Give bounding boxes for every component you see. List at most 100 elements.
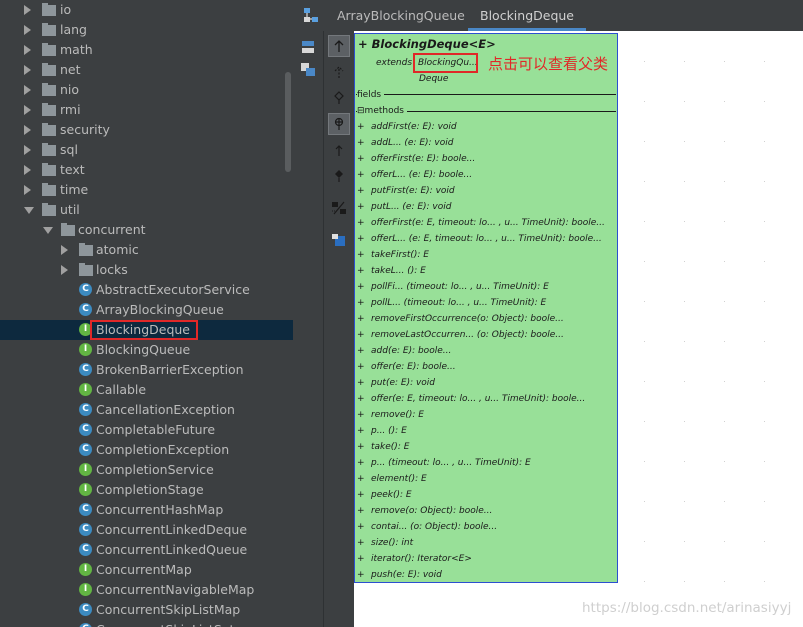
tree-folder-item[interactable]: sql xyxy=(0,140,293,160)
uml-method-item[interactable]: + offer(e: E, timeout: lo... , u... TimeU… xyxy=(357,391,615,407)
show-parents-icon[interactable] xyxy=(328,35,350,57)
tree-class-item[interactable]: C ConcurrentSkipListSet xyxy=(0,620,293,627)
show-dependency-icon[interactable] xyxy=(328,113,350,135)
tree-folder-item[interactable]: rmi xyxy=(0,100,293,120)
uml-method-item[interactable]: + addL... (e: E): void xyxy=(357,135,615,151)
uml-method-item[interactable]: + removeLastOccurren... (o: Object): bool… xyxy=(357,327,615,343)
uml-method-item[interactable]: + pollL... (timeout: lo... , u... TimeUni… xyxy=(357,295,615,311)
uml-method-item[interactable]: + takeL... (): E xyxy=(357,263,615,279)
uml-class-node-blockingdeque[interactable]: + BlockingDeque<E> extends BlockingQu...… xyxy=(354,33,618,583)
chevron-right-icon[interactable] xyxy=(24,85,31,95)
chevron-down-icon[interactable] xyxy=(24,207,34,214)
tree-folder-item[interactable]: net xyxy=(0,60,293,80)
tree-class-item[interactable]: I CompletionStage xyxy=(0,480,293,500)
uml-method-item[interactable]: + element(): E xyxy=(357,471,615,487)
uml-method-signature: removeLastOccurren... (o: Object): boole… xyxy=(371,330,564,340)
uml-method-item[interactable]: + offer(e: E): boole... xyxy=(357,359,615,375)
chevron-right-icon[interactable] xyxy=(24,145,31,155)
uml-method-item[interactable]: + contai... (o: Object): boole... xyxy=(357,519,615,535)
uml-method-item[interactable]: + peek(): E xyxy=(357,487,615,503)
chevron-right-icon[interactable] xyxy=(24,125,31,135)
tree-item-label: Callable xyxy=(96,382,147,397)
tree-folder-item[interactable]: lang xyxy=(0,20,293,40)
tree-class-item[interactable]: C ConcurrentLinkedQueue xyxy=(0,540,293,560)
tree-class-item[interactable]: C BrokenBarrierException xyxy=(0,360,293,380)
tree-class-item[interactable]: C ConcurrentSkipListMap xyxy=(0,600,293,620)
tab-blockingdeque[interactable]: BlockingDeque xyxy=(468,0,587,31)
chevron-right-icon[interactable] xyxy=(24,105,31,115)
uml-method-item[interactable]: + add(e: E): boole... xyxy=(357,343,615,359)
tree-scrollbar[interactable] xyxy=(285,72,291,172)
tree-class-item[interactable]: C ConcurrentLinkedDeque xyxy=(0,520,293,540)
uml-class-title[interactable]: + BlockingDeque<E> xyxy=(358,37,496,51)
uml-method-item[interactable]: + addFirst(e: E): void xyxy=(357,119,615,135)
tree-folder-item[interactable]: nio xyxy=(0,80,293,100)
uml-method-item[interactable]: + take(): E xyxy=(357,439,615,455)
uml-method-item[interactable]: + takeFirst(): E xyxy=(357,247,615,263)
grid-dot xyxy=(764,461,765,462)
tree-folder-item[interactable]: locks xyxy=(0,260,293,280)
fit-content-icon[interactable] xyxy=(328,197,350,219)
tree-class-item[interactable]: C CompletableFuture xyxy=(0,420,293,440)
uml-method-item[interactable]: + size(): int xyxy=(357,535,615,551)
tree-folder-item[interactable]: io xyxy=(0,0,293,20)
chevron-right-icon[interactable] xyxy=(24,45,31,55)
tab-arrayblockingqueue[interactable]: ArrayBlockingQueue xyxy=(325,0,477,31)
show-usages-icon[interactable] xyxy=(328,139,350,161)
uml-method-item[interactable]: + remove(): E xyxy=(357,407,615,423)
public-visibility-icon: + xyxy=(357,282,365,292)
chevron-right-icon[interactable] xyxy=(24,5,31,15)
tree-class-item[interactable]: I ConcurrentMap xyxy=(0,560,293,580)
tree-folder-item[interactable]: math xyxy=(0,40,293,60)
uml-method-item[interactable]: + iterator(): Iterator<E> xyxy=(357,551,615,567)
uml-method-item[interactable]: + offerL... (e: E): boole... xyxy=(357,167,615,183)
show-composition-icon[interactable] xyxy=(328,165,350,187)
chevron-down-icon[interactable] xyxy=(43,227,53,234)
uml-method-item[interactable]: + offerFirst(e: E): boole... xyxy=(357,151,615,167)
tree-folder-item[interactable]: text xyxy=(0,160,293,180)
tree-class-item[interactable]: C ConcurrentHashMap xyxy=(0,500,293,520)
uml-method-item[interactable]: + putFirst(e: E): void xyxy=(357,183,615,199)
chevron-right-icon[interactable] xyxy=(24,25,31,35)
uml-method-item[interactable]: + offerFirst(e: E, timeout: lo... , u... … xyxy=(357,215,615,231)
chevron-right-icon[interactable] xyxy=(24,165,31,175)
tree-folder-item[interactable]: concurrent xyxy=(0,220,293,240)
tree-class-item[interactable]: I BlockingQueue xyxy=(0,340,293,360)
chevron-right-icon[interactable] xyxy=(24,185,31,195)
show-implements-icon[interactable] xyxy=(328,61,350,83)
uml-method-signature: take(): E xyxy=(371,442,410,452)
tree-class-item[interactable]: C AbstractExecutorService xyxy=(0,280,293,300)
uml-method-item[interactable]: + removeFirstOccurrence(o: Object): boole… xyxy=(357,311,615,327)
project-tree[interactable]: io lang math net nio rmi security sql text time ut… xyxy=(0,0,293,627)
tree-class-item[interactable]: I CompletionService xyxy=(0,460,293,480)
uml-method-item[interactable]: + push(e: E): void xyxy=(357,567,615,582)
tree-class-item[interactable]: C CancellationException xyxy=(0,400,293,420)
uml-method-item[interactable]: + offerL... (e: E, timeout: lo... , u... … xyxy=(357,231,615,247)
package-folder-icon xyxy=(42,183,56,196)
chevron-right-icon[interactable] xyxy=(24,65,31,75)
tree-class-item[interactable]: C CompletionException xyxy=(0,440,293,460)
tree-folder-item[interactable]: time xyxy=(0,180,293,200)
tree-folder-item[interactable]: util xyxy=(0,200,293,220)
tree-class-item[interactable]: I Callable xyxy=(0,380,293,400)
diagram-layout-icon[interactable] xyxy=(297,58,319,80)
public-visibility-icon: + xyxy=(357,474,365,484)
chevron-right-icon[interactable] xyxy=(61,265,68,275)
show-aggregation-icon[interactable] xyxy=(328,87,350,109)
uml-method-item[interactable]: + remove(o: Object): boole... xyxy=(357,503,615,519)
uml-method-item[interactable]: + p... (timeout: lo... , u... TimeUnit): … xyxy=(357,455,615,471)
tree-item-label: ConcurrentSkipListSet xyxy=(96,620,234,627)
chevron-right-icon[interactable] xyxy=(61,245,68,255)
diagram-overview-icon[interactable] xyxy=(297,36,319,58)
uml-method-item[interactable]: + put(e: E): void xyxy=(357,375,615,391)
tree-folder-item[interactable]: atomic xyxy=(0,240,293,260)
uml-method-item[interactable]: + putL... (e: E): void xyxy=(357,199,615,215)
export-diagram-icon[interactable] xyxy=(328,229,350,251)
uml-method-item[interactable]: + pollFi... (timeout: lo... , u... TimeUn… xyxy=(357,279,615,295)
tree-class-item[interactable]: I ConcurrentNavigableMap xyxy=(0,580,293,600)
grid-dot xyxy=(764,501,765,502)
tree-folder-item[interactable]: security xyxy=(0,120,293,140)
uml-method-item[interactable]: + p... (): E xyxy=(357,423,615,439)
uml-parent-deque[interactable]: Deque xyxy=(419,73,448,86)
tree-class-item[interactable]: C ArrayBlockingQueue xyxy=(0,300,293,320)
